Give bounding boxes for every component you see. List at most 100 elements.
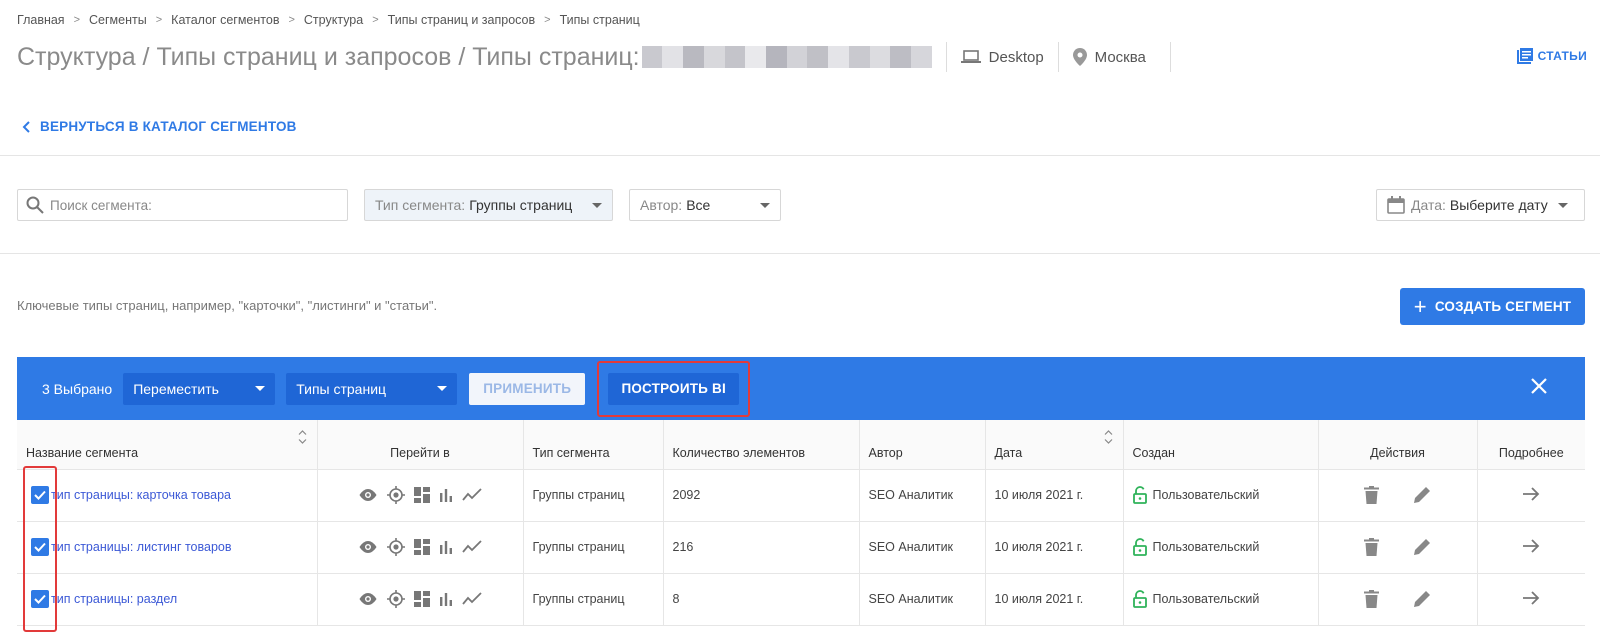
breadcrumb-item-page-types-queries[interactable]: Типы страниц и запросов <box>388 13 536 27</box>
bar-chart-icon[interactable] <box>439 592 453 606</box>
dropdown-caret-icon <box>592 202 602 208</box>
articles-label: СТАТЬИ <box>1537 49 1587 63</box>
eye-icon[interactable] <box>358 488 378 502</box>
col-header-date[interactable]: Дата <box>985 420 1124 470</box>
breadcrumb: Главная > Сегменты > Каталог сегментов > Ст… <box>17 13 640 27</box>
target-folder-value: Типы страниц <box>296 380 387 397</box>
dropdown-caret-icon <box>1557 202 1568 208</box>
segment-name-link[interactable]: тип страницы: листинг товаров <box>51 540 232 554</box>
date-value: Выберите дату <box>1449 197 1548 213</box>
apply-button[interactable]: ПРИМЕНИТЬ <box>469 372 586 405</box>
trend-line-icon[interactable] <box>462 540 482 554</box>
segment-name-link[interactable]: тип страницы: раздел <box>51 592 177 606</box>
trash-icon[interactable] <box>1364 590 1379 608</box>
segment-type-label: Тип сегмента: <box>375 197 466 213</box>
target-icon[interactable] <box>387 590 405 608</box>
section-description: Ключевые типы страниц, например, "карточ… <box>17 298 438 313</box>
bar-chart-icon[interactable] <box>439 488 453 502</box>
segment-type-cell: Группы страниц <box>523 469 664 521</box>
arrow-right-icon[interactable] <box>1522 538 1540 553</box>
chevron-left-icon <box>22 120 30 133</box>
trash-icon[interactable] <box>1364 538 1379 556</box>
segment-type-cell: Группы страниц <box>523 521 664 573</box>
divider <box>0 253 1600 254</box>
dashboard-icon[interactable] <box>414 591 430 607</box>
pencil-icon[interactable] <box>1413 486 1431 504</box>
target-icon[interactable] <box>387 538 405 556</box>
sort-icon[interactable] <box>298 430 307 444</box>
eye-icon[interactable] <box>358 592 378 606</box>
eye-icon[interactable] <box>358 540 378 554</box>
breadcrumb-item-catalog[interactable]: Каталог сегментов <box>171 13 279 27</box>
divider <box>1169 42 1171 72</box>
pencil-icon[interactable] <box>1413 538 1431 556</box>
check-icon <box>34 594 46 604</box>
back-to-catalog-link[interactable]: ВЕРНУТЬСЯ В КАТАЛОГ СЕГМЕНТОВ <box>22 119 297 134</box>
region-label: Москва <box>1094 48 1146 66</box>
date-label: Дата: <box>1411 197 1446 213</box>
book-icon <box>1516 48 1533 64</box>
page-header: Структура / Типы страниц и запросов / Ти… <box>17 40 1587 74</box>
author-cell: SEO Аналитик <box>859 573 986 625</box>
date-cell: 10 июля 2021 г. <box>985 573 1124 625</box>
selected-count: 3 Выбрано <box>42 380 113 397</box>
articles-link[interactable]: СТАТЬИ <box>1516 48 1587 64</box>
table-row: тип страницы: карточка товара Группы стр… <box>17 469 1585 521</box>
created-by-label: Пользовательский <box>1152 540 1260 554</box>
plus-icon: + <box>1413 293 1427 319</box>
region-selector[interactable]: Москва <box>1072 48 1146 66</box>
trend-line-icon[interactable] <box>462 592 482 606</box>
breadcrumb-item-page-types: Типы страниц <box>559 13 640 27</box>
search-input[interactable] <box>50 197 330 213</box>
chevron-right-icon: > <box>288 14 295 26</box>
row-checkbox[interactable] <box>31 538 49 556</box>
dashboard-icon[interactable] <box>414 539 430 555</box>
trash-icon[interactable] <box>1364 486 1379 504</box>
divider <box>0 155 1600 156</box>
target-icon[interactable] <box>387 486 405 504</box>
dashboard-icon[interactable] <box>414 487 430 503</box>
element-count-cell: 2092 <box>663 469 860 521</box>
trend-line-icon[interactable] <box>462 488 482 502</box>
segment-type-cell: Группы страниц <box>523 573 664 625</box>
device-label: Desktop <box>988 48 1044 66</box>
row-checkbox[interactable] <box>31 590 49 608</box>
author-cell: SEO Аналитик <box>859 521 986 573</box>
build-bi-button[interactable]: ПОСТРОИТЬ BI <box>608 372 740 405</box>
date-cell: 10 июля 2021 г. <box>985 469 1124 521</box>
segments-table: Название сегмента Перейти в Тип сегмента… <box>17 420 1585 626</box>
create-segment-button[interactable]: + СОЗДАТЬ СЕГМЕНТ <box>1400 288 1585 325</box>
col-header-created: Создан <box>1123 420 1319 470</box>
check-icon <box>34 542 46 552</box>
breadcrumb-item-structure[interactable]: Структура <box>304 13 363 27</box>
segment-search[interactable] <box>17 189 348 221</box>
bulk-action-select[interactable]: Переместить <box>123 372 276 405</box>
breadcrumb-item-segments[interactable]: Сегменты <box>89 13 147 27</box>
breadcrumb-item-home[interactable]: Главная <box>17 13 65 27</box>
arrow-right-icon[interactable] <box>1522 590 1540 605</box>
back-label: ВЕРНУТЬСЯ В КАТАЛОГ СЕГМЕНТОВ <box>40 119 297 134</box>
author-select[interactable]: Автор: Все <box>629 189 781 221</box>
table-header-row: Название сегмента Перейти в Тип сегмента… <box>17 420 1585 470</box>
author-label: Автор: <box>640 197 683 213</box>
date-select[interactable]: Дата: Выберите дату <box>1376 189 1585 221</box>
redacted-project-name <box>641 46 932 68</box>
segment-type-select[interactable]: Тип сегмента: Группы страниц <box>364 189 613 221</box>
col-header-name[interactable]: Название сегмента <box>17 420 318 470</box>
col-header-count: Количество элементов <box>663 420 860 470</box>
search-icon <box>26 196 44 214</box>
arrow-right-icon[interactable] <box>1522 486 1540 501</box>
segment-name-link[interactable]: тип страницы: карточка товара <box>51 488 231 502</box>
date-cell: 10 июля 2021 г. <box>985 521 1124 573</box>
bar-chart-icon[interactable] <box>439 540 453 554</box>
created-by-label: Пользовательский <box>1152 592 1260 606</box>
sort-icon[interactable] <box>1104 430 1113 444</box>
chevron-right-icon: > <box>73 14 81 26</box>
row-checkbox[interactable] <box>31 486 49 504</box>
target-folder-select[interactable]: Типы страниц <box>286 372 458 405</box>
device-selector[interactable]: Desktop <box>960 48 1044 66</box>
created-by-label: Пользовательский <box>1152 488 1260 502</box>
pencil-icon[interactable] <box>1413 590 1431 608</box>
close-icon[interactable] <box>1531 378 1547 394</box>
col-header-actions: Действия <box>1318 420 1478 470</box>
